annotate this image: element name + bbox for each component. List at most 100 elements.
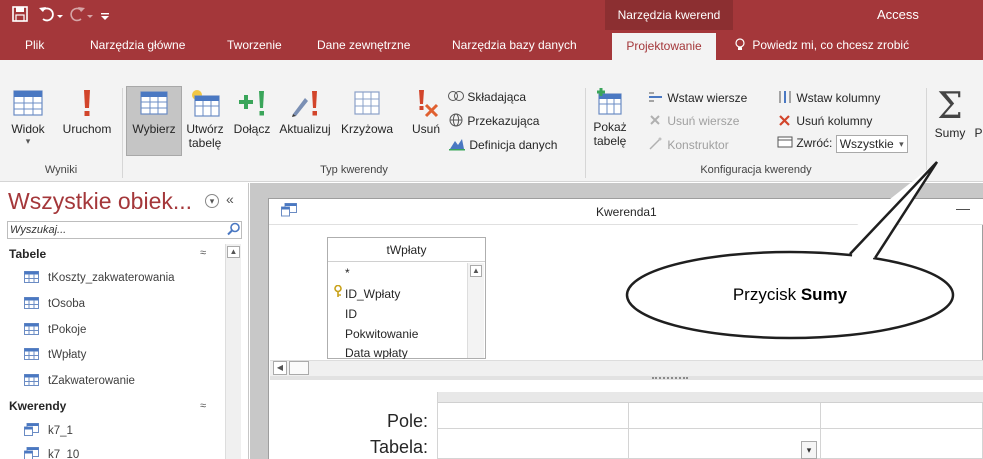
delete-query-label: Usuń xyxy=(411,122,440,136)
view-button[interactable]: Widok ▾ xyxy=(4,88,52,147)
delete-rows-icon xyxy=(648,114,667,128)
totals-label: Sumy xyxy=(934,126,966,140)
data-definition-label: Definicja danych xyxy=(469,138,558,152)
query-window-icon xyxy=(281,203,297,220)
tab-plik[interactable]: Plik xyxy=(25,30,44,60)
update-pencil-icon xyxy=(292,91,317,117)
insert-columns-button[interactable]: Wstaw kolumny xyxy=(777,90,880,105)
nav-section-tables[interactable]: Tabele xyxy=(9,247,46,261)
nav-search-input[interactable]: Wyszukaj... xyxy=(7,221,242,239)
nav-table-item[interactable]: tPokoje xyxy=(24,323,86,338)
show-table-label-1: Pokaż xyxy=(593,120,627,134)
field-list-title[interactable]: tWpłaty xyxy=(328,238,485,262)
collapse-pane-icon[interactable]: « xyxy=(226,191,234,207)
grid-cell[interactable] xyxy=(437,429,629,459)
pane-hscrollbar[interactable] xyxy=(270,360,983,376)
nav-section-queries[interactable]: Kwerendy xyxy=(9,399,66,413)
nav-query-item[interactable]: k7_1 xyxy=(24,423,73,439)
dropdown-arrow-icon[interactable]: ▾ xyxy=(801,441,817,459)
nav-query-label: k7_1 xyxy=(48,425,73,437)
scroll-left-icon[interactable]: ◀ xyxy=(273,361,287,375)
nav-table-item[interactable]: tKoszty_zakwaterowania xyxy=(24,271,175,286)
delete-query-button[interactable]: Usuń xyxy=(406,88,446,136)
insert-columns-label: Wstaw kolumny xyxy=(796,91,881,105)
nav-scrollbar[interactable]: ▲ xyxy=(225,244,241,459)
grid-cell[interactable] xyxy=(629,403,821,429)
insert-rows-label: Wstaw wiersze xyxy=(667,91,748,105)
group-label-results: Wyniki xyxy=(44,164,78,176)
tab-narzedzia-bazy-danych[interactable]: Narzędzia bazy danych xyxy=(452,30,577,60)
insert-rows-button[interactable]: Wstaw wiersze xyxy=(648,90,747,105)
tab-tworzenie[interactable]: Tworzenie xyxy=(227,30,282,60)
collapse-section-icon[interactable]: ≈ xyxy=(200,247,206,259)
totals-button[interactable]: Σ Sumy xyxy=(928,86,972,141)
field-list-item[interactable]: Pokwitowanie xyxy=(345,327,418,341)
undo-icon[interactable] xyxy=(38,6,64,25)
nav-pane-title[interactable]: Wszystkie obiek... xyxy=(8,188,192,215)
field-list-item[interactable]: * xyxy=(345,266,350,280)
nav-menu-chevron-icon[interactable]: ▾ xyxy=(205,194,219,208)
delete-columns-icon xyxy=(777,114,796,128)
tab-dane-zewnetrzne[interactable]: Dane zewnętrzne xyxy=(317,30,410,60)
sigma-icon: Σ xyxy=(937,86,963,127)
field-list-item[interactable]: Data wpłaty xyxy=(345,346,408,359)
field-list-scrollbar[interactable]: ▲ xyxy=(467,263,484,358)
crosstab-button[interactable]: Krzyżowa xyxy=(335,88,399,136)
grid-cell[interactable] xyxy=(821,403,983,429)
lightbulb-icon xyxy=(735,38,748,52)
nav-table-item[interactable]: tOsoba xyxy=(24,297,85,312)
tab-narzedzia-glowne[interactable]: Narzędzia główne xyxy=(90,30,185,60)
field-list-item[interactable]: ID xyxy=(345,307,357,321)
save-icon[interactable] xyxy=(12,6,28,25)
field-list-item[interactable]: ID_Wpłaty xyxy=(345,287,400,301)
table-icon xyxy=(24,297,39,312)
scroll-up-icon[interactable]: ▲ xyxy=(227,246,240,258)
select-query-button[interactable]: Wybierz xyxy=(128,88,180,136)
tell-me-box[interactable]: Powiedz mi, co chcesz zrobić xyxy=(735,30,909,60)
show-table-button[interactable]: Pokaż tabelę xyxy=(590,88,630,148)
splitter-grip-icon xyxy=(652,377,688,379)
nav-query-label: k7_10 xyxy=(48,449,80,459)
data-definition-button[interactable]: Definicja danych xyxy=(448,137,557,152)
union-query-button[interactable]: Składająca xyxy=(448,90,526,104)
nav-table-item[interactable]: tZakwaterowanie xyxy=(24,374,135,389)
grid-row-label-table: Tabela: xyxy=(369,437,428,457)
collapse-section-icon[interactable]: ≈ xyxy=(200,400,206,412)
union-label: Składająca xyxy=(467,90,527,104)
run-button[interactable]: Uruchom xyxy=(58,88,116,136)
append-icon xyxy=(239,91,264,116)
append-button[interactable]: Dołącz xyxy=(230,88,274,136)
grid-cell[interactable] xyxy=(629,429,821,459)
callout-bubble xyxy=(625,161,955,340)
view-label: Widok xyxy=(11,122,45,136)
show-table-icon xyxy=(597,88,622,115)
nav-table-item[interactable]: tWpłaty xyxy=(24,348,86,363)
select-query-label: Wybierz xyxy=(132,122,176,136)
make-table-button[interactable]: Utwórz tabelę xyxy=(182,88,228,150)
tab-projektowanie[interactable]: Projektowanie xyxy=(612,33,716,60)
make-table-icon xyxy=(192,90,220,117)
scroll-thumb[interactable] xyxy=(289,361,309,375)
nav-table-label: tPokoje xyxy=(48,324,87,336)
nav-table-label: tKoszty_zakwaterowania xyxy=(48,272,175,284)
delete-columns-label: Usuń kolumny xyxy=(796,114,873,128)
nav-table-label: tWpłaty xyxy=(48,349,87,361)
parameters-button-partial[interactable]: P xyxy=(974,126,983,140)
delete-columns-button[interactable]: Usuń kolumny xyxy=(777,113,872,128)
grid-column-selectors[interactable] xyxy=(437,392,983,403)
grid-cell[interactable] xyxy=(821,429,983,459)
customize-qat-icon[interactable] xyxy=(100,6,110,25)
app-title: Access xyxy=(877,7,919,22)
scroll-up-icon[interactable]: ▲ xyxy=(470,265,482,277)
callout-text: Przycisk Sumy xyxy=(660,285,920,305)
pass-through-button[interactable]: Przekazująca xyxy=(448,113,539,128)
delete-query-icon xyxy=(419,90,439,118)
search-icon[interactable] xyxy=(227,222,241,239)
make-table-label-2: tabelę xyxy=(188,136,222,150)
insert-columns-icon xyxy=(777,91,796,105)
grid-divider xyxy=(437,392,438,459)
nav-query-item[interactable]: k7_10 xyxy=(24,447,79,459)
update-button[interactable]: Aktualizuj xyxy=(276,88,334,136)
grid-cell[interactable] xyxy=(437,403,629,429)
table-icon xyxy=(24,348,39,363)
